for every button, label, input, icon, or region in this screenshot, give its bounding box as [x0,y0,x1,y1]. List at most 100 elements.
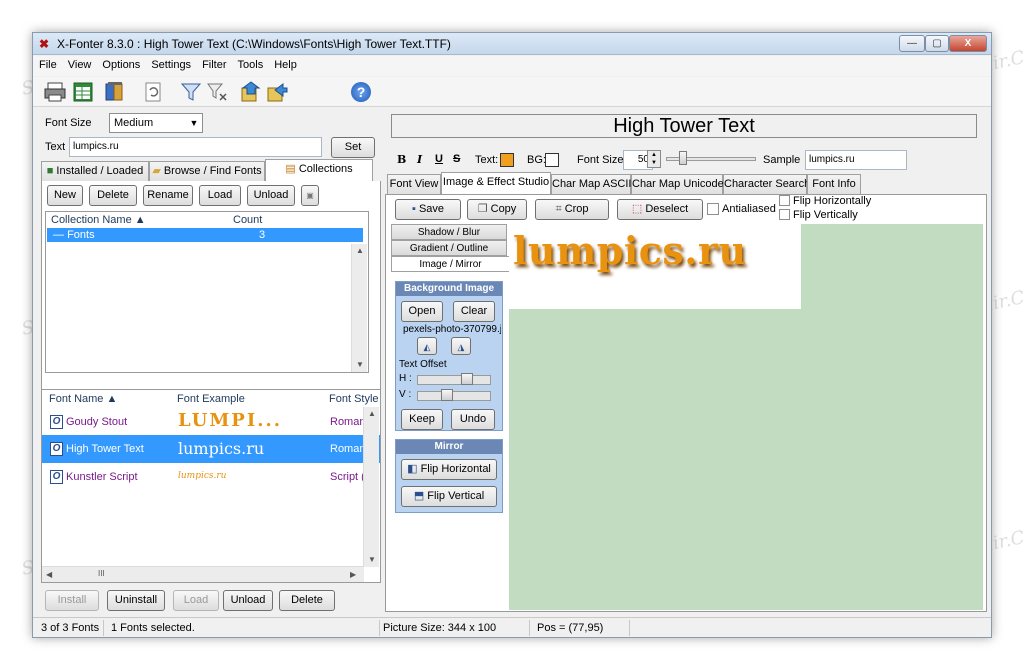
arrow-left-icon[interactable]: ◀ [46,570,52,579]
font-example: lumpics.ru [178,439,265,458]
menu-tools[interactable]: Tools [232,56,269,76]
uninstall-button[interactable]: Uninstall [107,590,165,611]
image-adjust-button-1[interactable]: ◭ [417,337,437,355]
flip-horizontal-label: Flip Horizontal [420,463,491,475]
flip-vertically-checkbox[interactable] [779,209,790,220]
italic-button[interactable]: I [417,153,422,166]
h-offset-thumb[interactable] [461,373,473,385]
load-button[interactable]: Load [173,590,219,611]
tab-gradient-outline[interactable]: Gradient / Outline [391,240,507,256]
collection-name-header[interactable]: Collection Name ▲ [51,214,146,226]
load-collection-button[interactable]: Load [199,185,241,206]
maximize-button[interactable]: ▢ [925,35,949,52]
tab-char-map-unicode[interactable]: Char Map Unicode [631,174,724,194]
spreadsheet-icon[interactable] [71,80,95,104]
clear-filter-icon[interactable] [205,80,229,104]
underline-button[interactable]: U [435,153,443,165]
sample-input[interactable]: lumpics.ru [805,150,907,170]
tab-installed-loaded[interactable]: ■ Installed / Loaded [41,161,149,181]
font-list-hscrollbar[interactable]: ◀ III ▶ [42,566,364,582]
toolbar: ? [33,77,991,107]
tab-character-search[interactable]: Character Search [723,174,810,194]
tab-browse-find[interactable]: ▰ Browse / Find Fonts [149,161,265,181]
font-name-header[interactable]: Font Name ▲ [49,393,117,405]
tab-shadow-blur[interactable]: Shadow / Blur [391,224,507,240]
arrow-up-icon[interactable]: ▲ [368,409,376,418]
menu-help[interactable]: Help [268,56,302,76]
tab-image-mirror[interactable]: Image / Mirror [391,256,509,272]
menu-settings[interactable]: Settings [145,56,196,76]
menu-view[interactable]: View [62,56,97,76]
font-size-slider-thumb[interactable] [679,151,687,165]
filter-icon[interactable] [179,80,203,104]
image-adjust-button-2[interactable]: ◮ [451,337,471,355]
tab-installed-label: Installed / Loaded [56,165,144,177]
crop-label: Crop [564,203,589,215]
print-icon[interactable] [43,80,67,104]
menu-filter[interactable]: Filter [196,56,231,76]
save-button[interactable]: ▪ Save [395,199,461,220]
preview-image[interactable]: lumpics.ru [509,224,801,309]
menu-file[interactable]: File [33,56,62,76]
copy-button[interactable]: ❐ Copy [467,199,527,220]
font-list-scrollbar[interactable]: ▲ ▼ [363,407,379,567]
text-color-swatch[interactable] [500,153,514,167]
arrow-right-icon[interactable]: ▶ [350,570,356,579]
collection-row-fonts[interactable]: — Fonts 3 [47,228,363,242]
unload-collection-button[interactable]: Unload [247,185,295,206]
set-button[interactable]: Set [331,137,375,158]
unload-button[interactable]: Unload [223,590,273,611]
flip-vertically-label: Flip Vertically [793,209,858,221]
clear-image-button[interactable]: Clear [453,301,495,322]
font-row-goudy-stout[interactable]: O Goudy Stout LUMPI... Roman [42,407,380,435]
install-button[interactable]: Install [45,590,99,611]
font-style-header[interactable]: Font Style [329,393,379,405]
flip-horizontally-checkbox[interactable] [779,195,790,206]
h-offset-slider[interactable] [417,375,491,385]
install-fonts-icon[interactable] [239,80,263,104]
font-book-icon[interactable] [103,80,127,104]
v-offset-thumb[interactable] [441,389,453,401]
tab-font-info[interactable]: Font Info [807,174,861,194]
minimize-button[interactable]: — [899,35,925,52]
scroll-grip[interactable]: III [98,569,105,578]
title-bar[interactable]: ✖ X-Fonter 8.3.0 : High Tower Text (C:\W… [33,33,991,55]
tab-char-map-ascii[interactable]: Char Map ASCII [551,174,631,194]
flip-horizontal-button[interactable]: ◧ Flip Horizontal [401,459,497,480]
help-icon[interactable]: ? [351,82,371,102]
tab-collections[interactable]: ▤ Collections [265,159,373,181]
v-offset-slider[interactable] [417,391,491,401]
collection-info-button[interactable]: ▣ [301,185,319,206]
bold-button[interactable]: B [397,153,406,166]
keep-button[interactable]: Keep [401,409,443,430]
collections-scrollbar[interactable]: ▲ ▼ [351,244,367,372]
font-row-high-tower[interactable]: O High Tower Text lumpics.ru Roman [42,435,380,463]
arrow-down-icon[interactable]: ▼ [356,360,364,369]
close-button[interactable]: X [949,35,987,52]
open-image-button[interactable]: Open [401,301,443,322]
delete-collection-button[interactable]: Delete [89,185,137,206]
deselect-button[interactable]: ⬚ Deselect [617,199,703,220]
refresh-icon[interactable] [141,80,165,104]
text-input[interactable]: lumpics.ru [69,137,322,157]
bg-color-swatch[interactable] [545,153,559,167]
arrow-down-icon[interactable]: ▼ [368,555,376,564]
delete-font-button[interactable]: Delete [279,590,335,611]
menu-options[interactable]: Options [96,56,145,76]
collection-count-header[interactable]: Count [233,214,262,226]
export-fonts-icon[interactable] [265,80,289,104]
strikethrough-button[interactable]: S [453,153,460,165]
tab-image-effect-studio[interactable]: Image & Effect Studio [441,172,551,194]
font-size-select[interactable]: Medium ▼ [109,113,203,133]
new-collection-button[interactable]: New [47,185,83,206]
font-size-spinner[interactable]: ▲ ▼ [647,150,661,168]
rename-collection-button[interactable]: Rename [143,185,193,206]
undo-button[interactable]: Undo [451,409,495,430]
crop-button[interactable]: ⌗ Crop [535,199,609,220]
font-example-header[interactable]: Font Example [177,393,245,405]
flip-vertical-button[interactable]: ⬒ Flip Vertical [401,486,497,507]
antialiased-checkbox[interactable] [707,203,719,215]
font-row-kunstler-script[interactable]: O Kunstler Script lumpics.ru Script ( [42,463,380,491]
arrow-up-icon[interactable]: ▲ [356,246,364,255]
tab-font-view[interactable]: Font View [387,174,441,194]
